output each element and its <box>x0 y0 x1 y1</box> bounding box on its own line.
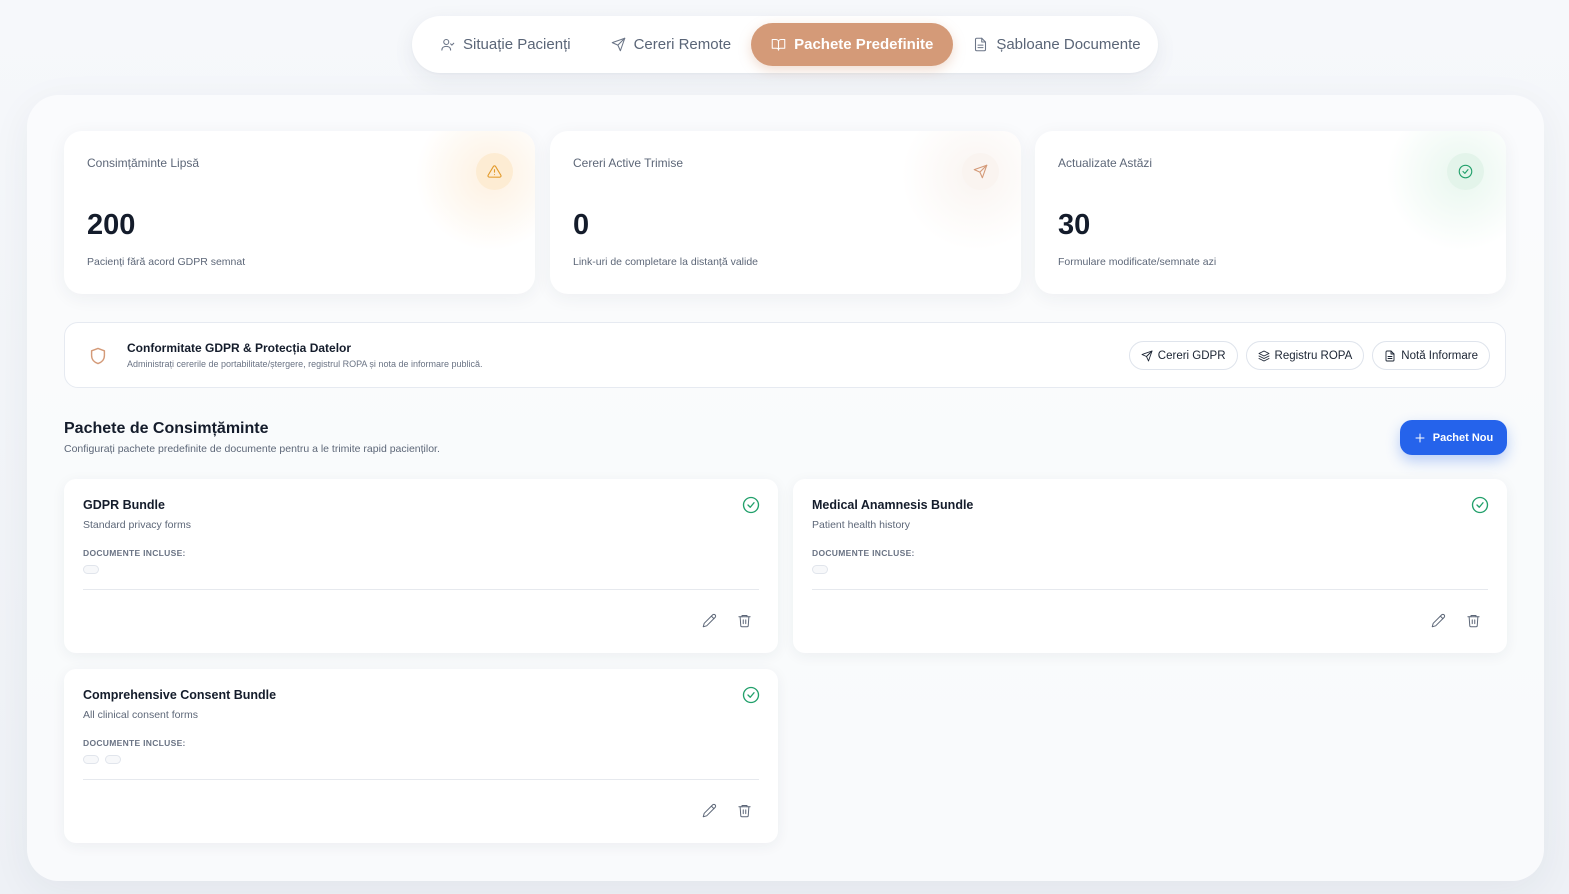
stat-card-consimtaminte-lipsa: Consimțăminte Lipsă 200 Pacienți fără ac… <box>64 131 535 294</box>
divider <box>812 589 1488 590</box>
divider <box>83 589 759 590</box>
bundle-title: Medical Anamnesis Bundle <box>812 498 974 512</box>
document-chips <box>83 565 99 574</box>
tab-pachete-predefinite[interactable]: Pachete Predefinite <box>751 23 954 66</box>
stat-card-cereri-active: Cereri Active Trimise 0 Link-uri de comp… <box>550 131 1021 294</box>
stat-description: Link-uri de completare la distanță valid… <box>573 256 759 268</box>
tab-sabloane-documente[interactable]: Șabloane Documente <box>953 23 1160 66</box>
stat-card-actualizate-astazi: Actualizate Astăzi 30 Formulare modifica… <box>1035 131 1506 294</box>
divider <box>83 779 759 780</box>
bundle-card-gdpr[interactable]: GDPR Bundle Standard privacy forms DOCUM… <box>64 479 778 653</box>
file-text-icon <box>975 37 987 52</box>
shield-icon <box>90 347 106 365</box>
stat-value: 30 <box>1058 209 1091 241</box>
documents-label: DOCUMENTE INCLUSE: <box>83 738 186 748</box>
tab-label: Pachete Predefinite <box>794 36 934 53</box>
document-chip <box>105 755 121 764</box>
tab-label: Șabloane Documente <box>996 36 1141 53</box>
documents-label: DOCUMENTE INCLUSE: <box>83 548 186 558</box>
gdpr-subtitle: Administrați cererile de portabilitate/ș… <box>127 359 483 369</box>
button-label: Cereri GDPR <box>1157 349 1226 362</box>
document-chips <box>812 565 828 574</box>
stat-description: Formulare modificate/semnate azi <box>1058 256 1217 268</box>
registru-ropa-button[interactable]: Registru ROPA <box>1245 341 1365 370</box>
bundle-card-medical-anamnesis[interactable]: Medical Anamnesis Bundle Patient health … <box>793 479 1507 653</box>
section-subtitle: Configurați pachete predefinite de docum… <box>64 443 440 455</box>
tab-cereri-remote[interactable]: Cereri Remote <box>591 23 752 66</box>
button-label: Notă Informare <box>1401 349 1478 362</box>
check-circle-icon <box>1471 496 1489 514</box>
trash-icon[interactable] <box>737 613 751 628</box>
file-text-icon <box>1385 350 1395 361</box>
stat-label: Cereri Active Trimise <box>573 156 684 170</box>
documents-label: DOCUMENTE INCLUSE: <box>812 548 915 558</box>
send-icon <box>1141 350 1153 361</box>
trash-icon[interactable] <box>1466 613 1480 628</box>
button-label: Registru ROPA <box>1274 349 1353 362</box>
plus-icon <box>1415 433 1425 442</box>
stat-label: Actualizate Astăzi <box>1058 156 1153 170</box>
document-chip <box>812 565 828 574</box>
tab-label: Cereri Remote <box>633 36 732 53</box>
gdpr-title: Conformitate GDPR & Protecția Datelor <box>127 341 352 355</box>
send-icon <box>611 37 625 52</box>
send-icon <box>962 153 999 190</box>
button-label: Pachet Nou <box>1432 431 1494 444</box>
document-chip <box>83 755 99 764</box>
edit-icon[interactable] <box>1431 613 1446 628</box>
trash-icon[interactable] <box>737 803 751 818</box>
bundle-title: GDPR Bundle <box>83 498 165 512</box>
gdpr-compliance-bar: Conformitate GDPR & Protecția Datelor Ad… <box>64 322 1506 388</box>
bundle-subtitle: Patient health history <box>812 519 911 531</box>
document-chip <box>83 565 99 574</box>
user-icon <box>441 38 455 51</box>
document-chips <box>83 755 121 764</box>
bundle-card-comprehensive-consent[interactable]: Comprehensive Consent Bundle All clinica… <box>64 669 778 843</box>
stat-label: Consimțăminte Lipsă <box>87 156 200 170</box>
book-open-icon <box>771 38 786 51</box>
bundle-title: Comprehensive Consent Bundle <box>83 688 277 702</box>
edit-icon[interactable] <box>702 803 717 818</box>
stat-value: 200 <box>87 209 136 241</box>
check-circle-icon <box>1447 153 1484 190</box>
nota-informare-button[interactable]: Notă Informare <box>1372 341 1490 370</box>
gdpr-actions: Cereri GDPR Registru ROPA Notă Informare <box>1128 341 1490 370</box>
tab-situatie-pacienti[interactable]: Situație Pacienți <box>420 23 591 66</box>
bundle-subtitle: All clinical consent forms <box>83 709 198 721</box>
edit-icon[interactable] <box>702 613 717 628</box>
tab-label: Situație Pacienți <box>463 36 571 53</box>
cereri-gdpr-button[interactable]: Cereri GDPR <box>1128 341 1238 370</box>
stat-description: Pacienți fără acord GDPR semnat <box>87 256 246 268</box>
top-tab-bar: Situație Pacienți Cereri Remote Pachete … <box>412 16 1158 73</box>
check-circle-icon <box>742 496 760 514</box>
section-title: Pachete de Consimțăminte <box>64 420 269 437</box>
alert-triangle-icon <box>476 153 513 190</box>
bundle-subtitle: Standard privacy forms <box>83 519 191 531</box>
stat-value: 0 <box>573 209 590 241</box>
layers-icon <box>1258 350 1269 361</box>
new-bundle-button[interactable]: Pachet Nou <box>1400 420 1507 455</box>
check-circle-icon <box>742 686 760 704</box>
